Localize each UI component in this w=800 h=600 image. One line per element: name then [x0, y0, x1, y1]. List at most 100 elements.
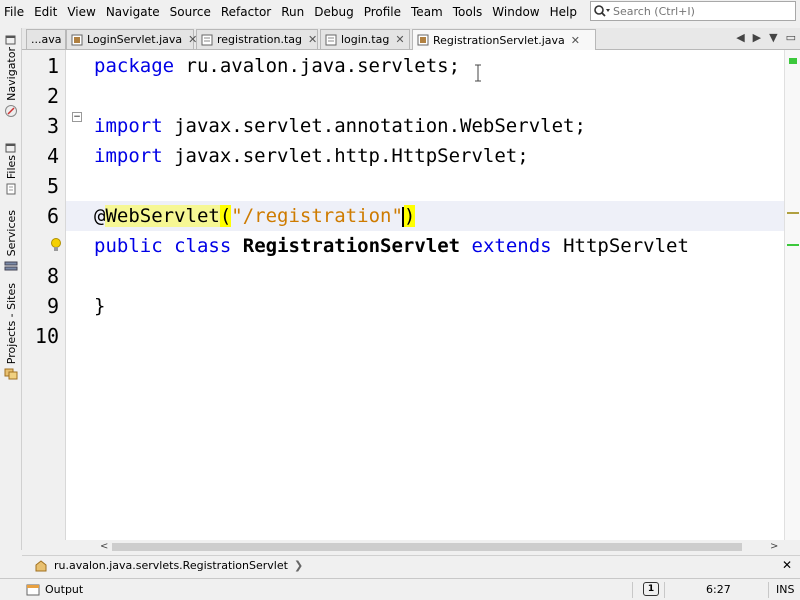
tab-label: login.tag [341, 33, 390, 46]
code-line-3: import javax.servlet.annotation.WebServl… [94, 115, 586, 137]
change-marker[interactable] [787, 244, 799, 246]
side-tab-projects-sites[interactable]: Projects - Sites [0, 283, 22, 381]
code-line-1: package ru.avalon.java.servlets; [94, 55, 461, 77]
menu-edit[interactable]: Edit [29, 0, 62, 24]
close-icon[interactable]: ✕ [395, 33, 404, 46]
scroll-left-icon[interactable]: < [100, 540, 108, 554]
java-file-icon [417, 34, 429, 46]
code-line-4: import javax.servlet.http.HttpServlet; [94, 145, 529, 167]
tag-file-icon [325, 34, 337, 45]
left-side-bar: Navigator Files Services Projects - Site… [0, 28, 22, 550]
menu-view[interactable]: View [62, 0, 100, 24]
close-icon[interactable]: ✕ [571, 34, 580, 47]
menu-file[interactable]: File [0, 0, 29, 24]
line-number: 1 [46, 54, 59, 78]
search-icon[interactable] [591, 2, 613, 20]
line-number: 10 [34, 324, 59, 348]
tab-registrationservlet-java[interactable]: RegistrationServlet.java ✕ [412, 29, 596, 50]
tab-label: RegistrationServlet.java [433, 33, 565, 47]
line-number: 3 [46, 114, 59, 138]
code-line-6: @WebServlet("/registration") [94, 205, 416, 227]
line-number: 4 [46, 144, 59, 168]
files-icon [6, 183, 16, 195]
close-icon[interactable]: ✕ [308, 33, 317, 46]
divider [664, 582, 665, 598]
maximize-icon[interactable]: ▭ [786, 31, 796, 44]
caret-position: 6:27 [706, 583, 731, 596]
tab-label: ...ava [31, 33, 62, 46]
fold-icon[interactable]: − [72, 112, 82, 122]
line-number: 5 [46, 174, 59, 198]
divider [768, 582, 769, 598]
ide-window: File Edit View Navigate Source Refactor … [0, 0, 800, 600]
side-tab-files-label: Files [4, 155, 18, 180]
side-tab-navigator-label: Navigator [4, 47, 18, 101]
breadcrumb: ru.avalon.java.servlets.RegistrationServ… [22, 555, 800, 575]
side-tab-navigator[interactable]: Navigator [0, 30, 22, 118]
divider [632, 582, 633, 598]
scroll-right-icon[interactable]: > [770, 540, 778, 554]
tab-navigation: ◀ ▶ ▼ ▭ [736, 31, 796, 44]
projects-icon [4, 368, 18, 380]
notifications-icon[interactable]: 1 [643, 582, 659, 596]
menu-profile[interactable]: Profile [359, 0, 406, 24]
editor-tab-bar: ...ava LoginServlet.java ✕ registration.… [22, 28, 800, 50]
menu-bar: File Edit View Navigate Source Refactor … [0, 0, 800, 24]
line-number: 6 [46, 204, 59, 228]
chevron-right-icon[interactable]: ❯ [294, 559, 303, 572]
services-icon [4, 261, 18, 271]
line-number: 2 [46, 84, 59, 108]
scrollbar-thumb[interactable] [112, 543, 742, 551]
side-tab-services[interactable]: Services [0, 210, 22, 273]
menu-refactor[interactable]: Refactor [216, 0, 276, 24]
search-box [590, 1, 796, 21]
output-label: Output [45, 583, 84, 596]
menu-help[interactable]: Help [545, 0, 582, 24]
menu-navigate[interactable]: Navigate [101, 0, 165, 24]
status-bar: Output 1 6:27 INS [0, 578, 800, 600]
close-icon[interactable]: ✕ [782, 558, 792, 572]
tab-loginservlet-java[interactable]: LoginServlet.java ✕ [66, 29, 197, 49]
search-input[interactable] [613, 4, 788, 18]
menu-window[interactable]: Window [487, 0, 544, 24]
tab-label: LoginServlet.java [87, 33, 183, 46]
mouse-ibeam-cursor [475, 64, 481, 82]
horizontal-scrollbar[interactable]: < > [22, 540, 800, 554]
breadcrumb-path[interactable]: ru.avalon.java.servlets.RegistrationServ… [54, 559, 288, 572]
lightbulb-hint-icon[interactable] [50, 237, 62, 253]
scroll-tabs-left-icon[interactable]: ◀ [736, 31, 744, 44]
menu-run[interactable]: Run [276, 0, 309, 24]
java-file-icon [71, 34, 83, 45]
tab-registration-tag[interactable]: registration.tag ✕ [196, 29, 318, 49]
tab-label: registration.tag [217, 33, 302, 46]
code-area[interactable]: package ru.avalon.java.servlets; import … [94, 50, 784, 540]
menu-tools[interactable]: Tools [448, 0, 488, 24]
insert-mode: INS [776, 583, 795, 596]
tab-ava[interactable]: ...ava [26, 29, 66, 49]
line-number-gutter: 1 2 3 4 5 6 7 8 9 10 [22, 50, 66, 540]
navigator-icon [5, 104, 17, 117]
window-icon [5, 143, 16, 153]
tab-login-tag[interactable]: login.tag ✕ [320, 29, 410, 49]
menu-team[interactable]: Team [406, 0, 448, 24]
output-window-icon [26, 584, 40, 595]
side-tab-services-label: Services [4, 210, 18, 257]
window-icon [5, 35, 16, 45]
side-tab-files[interactable]: Files [0, 138, 22, 196]
class-icon [35, 559, 47, 571]
menu-source[interactable]: Source [165, 0, 216, 24]
tab-list-dropdown-icon[interactable]: ▼ [769, 31, 777, 44]
error-stripe [784, 50, 800, 540]
line-number: 9 [46, 294, 59, 318]
code-line-9: } [94, 295, 106, 317]
status-ok-marker[interactable] [789, 58, 797, 64]
menu-debug[interactable]: Debug [309, 0, 358, 24]
output-tab[interactable]: Output [26, 583, 83, 596]
scroll-tabs-right-icon[interactable]: ▶ [753, 31, 761, 44]
code-line-7: public class RegistrationServlet extends… [94, 235, 689, 257]
tag-file-icon [201, 34, 213, 45]
line-number: 8 [46, 264, 59, 288]
code-editor[interactable]: 1 2 3 4 5 6 7 8 9 10 − package ru.avalon… [22, 50, 800, 540]
side-tab-projects-sites-label: Projects - Sites [4, 283, 18, 365]
occurrence-marker[interactable] [787, 212, 799, 214]
